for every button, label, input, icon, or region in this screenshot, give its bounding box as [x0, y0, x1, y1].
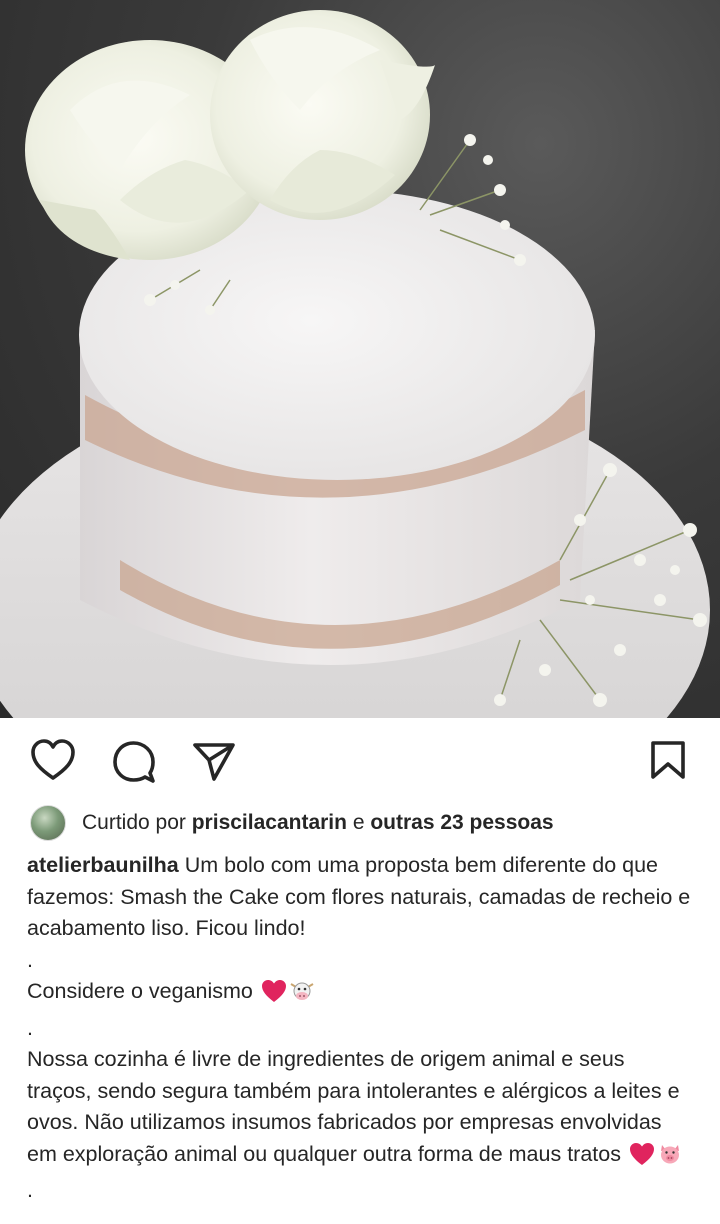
caption-separator: . — [27, 1015, 33, 1040]
pig-face-icon — [657, 1142, 683, 1176]
red-heart-icon — [629, 1142, 655, 1176]
save-button[interactable] — [650, 740, 686, 780]
bookmark-icon — [651, 741, 685, 779]
caption-username[interactable]: atelierbaunilha — [27, 853, 179, 877]
caption-separator: . — [27, 947, 33, 972]
comment-button[interactable] — [112, 740, 156, 784]
post-caption: atelierbaunilha Um bolo com uma proposta… — [27, 850, 695, 1207]
send-icon — [193, 743, 235, 781]
cow-face-icon — [289, 979, 315, 1013]
comment-icon — [113, 741, 155, 783]
caption-veganism: Considere o veganismo — [27, 979, 253, 1003]
post-image[interactable] — [0, 0, 720, 718]
liker-avatar[interactable] — [30, 805, 66, 841]
likes-connector: e — [352, 811, 365, 834]
heart-icon — [31, 739, 75, 780]
like-button[interactable] — [30, 738, 76, 782]
likes-summary[interactable]: Curtido por priscilacantarin e outras 23… — [30, 805, 554, 841]
cake-illustration — [0, 10, 710, 718]
likes-prefix: Curtido por — [82, 811, 186, 834]
caption-paragraph: Nossa cozinha é livre de ingredientes de… — [27, 1047, 680, 1166]
share-button[interactable] — [192, 742, 236, 782]
likes-others[interactable]: outras 23 pessoas — [370, 811, 553, 835]
red-heart-icon — [261, 979, 287, 1013]
caption-separator: . — [27, 1178, 33, 1202]
liker-username[interactable]: priscilacantarin — [192, 811, 347, 835]
